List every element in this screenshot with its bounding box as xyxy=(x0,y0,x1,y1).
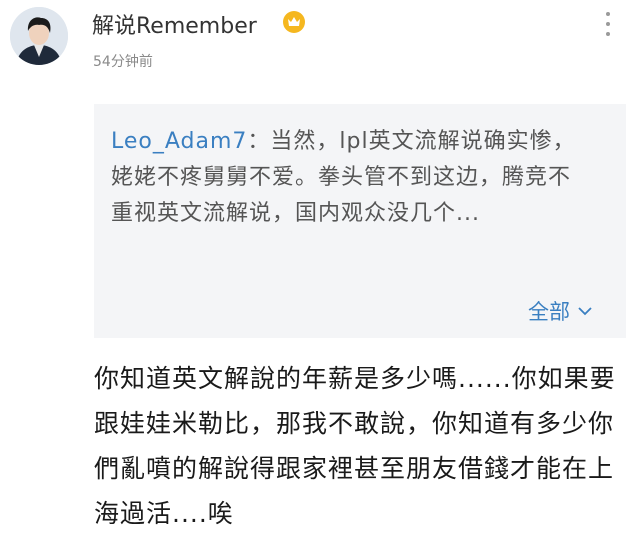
post-timestamp: 54分钟前 xyxy=(93,54,153,70)
crown-icon xyxy=(283,11,305,33)
quoted-comment-text: Leo_Adam7：当然，lpl英文流解说确实惨，姥姥不疼舅舅不爱。拳头管不到这… xyxy=(111,124,589,232)
chevron-down-icon xyxy=(578,306,592,315)
expand-button[interactable]: 全部 xyxy=(528,296,592,326)
quoted-comment-author[interactable]: Leo_Adam7 xyxy=(111,129,247,154)
quoted-comment-separator: ： xyxy=(247,129,271,154)
more-vertical-icon[interactable] xyxy=(596,12,620,36)
avatar[interactable] xyxy=(10,7,68,65)
username[interactable]: 解说Remember xyxy=(92,8,257,40)
reply-text: 你知道英文解說的年薪是多少嗎......你如果要跟娃娃米勒比，那我不敢說，你知道… xyxy=(94,364,616,528)
quoted-comment[interactable]: Leo_Adam7：当然，lpl英文流解说确实惨，姥姥不疼舅舅不爱。拳头管不到这… xyxy=(94,104,626,338)
expand-label: 全部 xyxy=(528,300,570,324)
